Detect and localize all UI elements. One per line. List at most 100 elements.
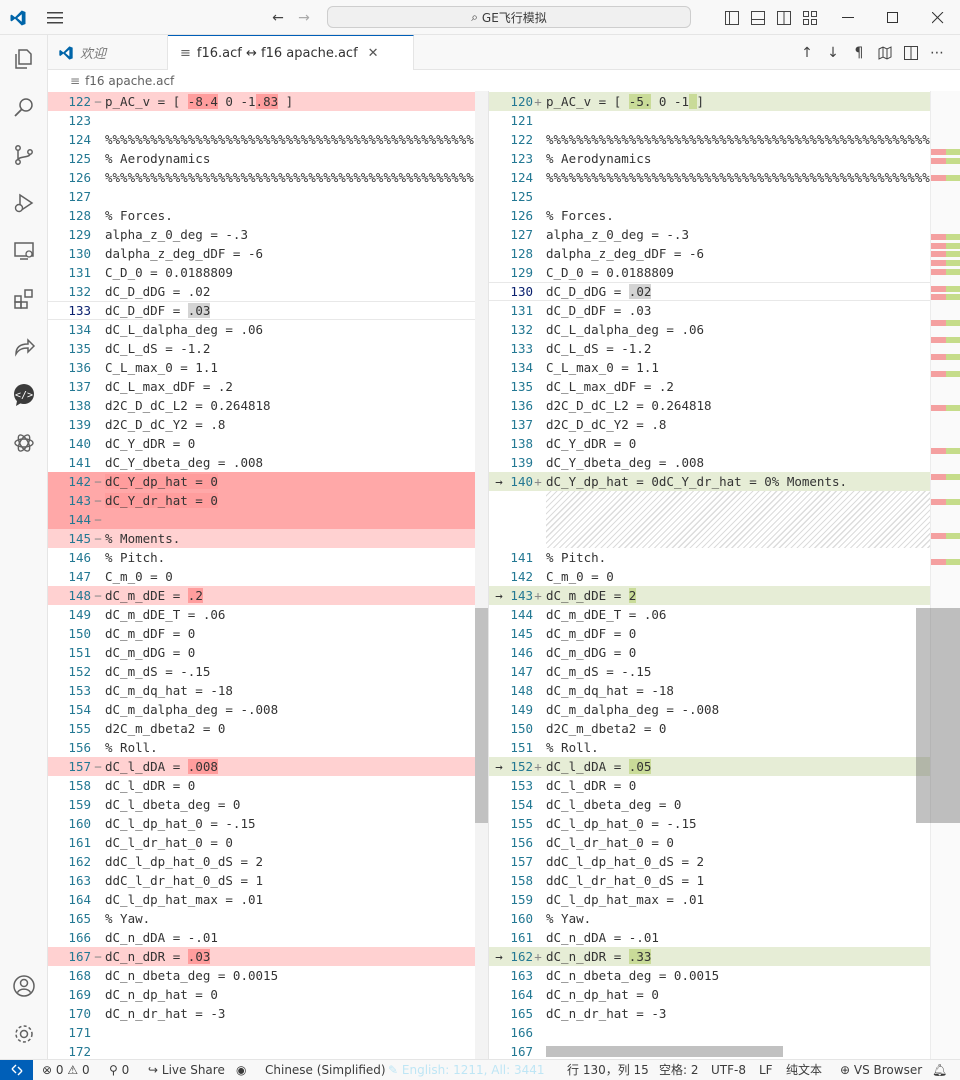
code-line[interactable]: 138 d2C_D_dC_L2 = 0.264818 <box>48 396 488 415</box>
code-line[interactable]: 122− p_AC_v = [ -8.4 0 -1.83 ] <box>48 92 488 111</box>
code-line[interactable]: 158 dC_l_dDR = 0 <box>48 776 488 795</box>
code-line[interactable]: 150 dC_m_dDF = 0 <box>48 624 488 643</box>
search-icon[interactable] <box>0 83 48 131</box>
code-line[interactable]: 153 dC_l_dDR = 0 <box>489 776 930 795</box>
code-line[interactable]: 151 dC_m_dDG = 0 <box>48 643 488 662</box>
code-line[interactable]: 153 dC_m_dq_hat = -18 <box>48 681 488 700</box>
explorer-icon[interactable] <box>0 35 48 83</box>
code-line[interactable]: 140 dC_Y_dDR = 0 <box>48 434 488 453</box>
code-line[interactable]: 168 dC_n_dbeta_deg = 0.0015 <box>48 966 488 985</box>
maximize-icon[interactable] <box>870 0 915 35</box>
code-line[interactable]: 159 dC_l_dbeta_deg = 0 <box>48 795 488 814</box>
code-line[interactable]: 146 dC_m_dDG = 0 <box>489 643 930 662</box>
remote-indicator-icon[interactable] <box>0 1060 33 1080</box>
settings-gear-icon[interactable] <box>0 1010 48 1058</box>
original-scrollbar-track[interactable] <box>475 91 488 1059</box>
code-line[interactable]: 166 dC_n_dDA = -.01 <box>48 928 488 947</box>
code-line[interactable]: 135 dC_L_max_dDF = .2 <box>489 377 930 396</box>
tab-welcome[interactable]: 欢迎 <box>48 35 168 70</box>
toggle-sidebar-icon[interactable] <box>720 0 744 35</box>
code-line[interactable]: 124%%%%%%%%%%%%%%%%%%%%%%%%%%%%%%%%%%%%%… <box>48 130 488 149</box>
code-line[interactable]: 141 % Pitch. <box>489 548 930 567</box>
code-line[interactable]: → 140 + dC_Y_dp_hat = 0dC_Y_dr_hat = 0% Mom… <box>489 472 930 491</box>
chat-code-icon[interactable]: </> <box>0 371 48 419</box>
code-line[interactable]: 163 ddC_l_dr_hat_0_dS = 1 <box>48 871 488 890</box>
language-mode[interactable]: 纯文本 <box>786 1060 822 1080</box>
code-line[interactable]: 125 <box>489 187 930 206</box>
menu-icon[interactable] <box>40 0 70 35</box>
code-line[interactable]: 161 dC_n_dDA = -.01 <box>489 928 930 947</box>
code-line[interactable]: 125 % Aerodynamics <box>48 149 488 168</box>
run-debug-icon[interactable] <box>0 179 48 227</box>
code-line[interactable]: 130 dC_D_dDG = .02 <box>489 282 930 301</box>
code-line[interactable]: 164 dC_l_dp_hat_max = .01 <box>48 890 488 909</box>
code-line[interactable]: 132 dC_D_dDG = .02 <box>48 282 488 301</box>
code-line[interactable]: → 162 + dC_n_dDR = .33 <box>489 947 930 966</box>
code-line[interactable]: 123 <box>48 111 488 130</box>
code-line[interactable]: 172 <box>48 1042 488 1059</box>
code-line[interactable]: 133 dC_L_dS = -1.2 <box>489 339 930 358</box>
code-line[interactable]: 144 dC_m_dDE_T = .06 <box>489 605 930 624</box>
code-line[interactable]: 142− dC_Y_dp_hat = 0 <box>48 472 475 491</box>
code-line[interactable]: 126%%%%%%%%%%%%%%%%%%%%%%%%%%%%%%%%%%%%%… <box>48 168 488 187</box>
code-line[interactable]: 134 C_L_max_0 = 1.1 <box>489 358 930 377</box>
eye-icon[interactable]: ◉ <box>236 1060 246 1080</box>
code-line[interactable]: 160 % Yaw. <box>489 909 930 928</box>
code-line[interactable]: 129 C_D_0 = 0.0188809 <box>489 263 930 282</box>
code-line[interactable]: 136 d2C_D_dC_L2 = 0.264818 <box>489 396 930 415</box>
code-line[interactable]: 158 ddC_l_dr_hat_0_dS = 1 <box>489 871 930 890</box>
code-line[interactable]: 166 <box>489 1023 930 1042</box>
diff-overview-ruler[interactable] <box>930 91 960 1059</box>
toggle-panel-icon[interactable] <box>746 0 770 35</box>
code-line[interactable]: 148 dC_m_dq_hat = -18 <box>489 681 930 700</box>
back-arrow-icon[interactable]: ← <box>266 0 290 35</box>
code-line[interactable]: 149 dC_m_dDE_T = .06 <box>48 605 488 624</box>
code-line[interactable]: 170 dC_n_dr_hat = -3 <box>48 1004 488 1023</box>
code-line[interactable]: 129 alpha_z_0_deg = -.3 <box>48 225 488 244</box>
code-line[interactable]: 137 dC_L_max_dDF = .2 <box>48 377 488 396</box>
live-share-icon[interactable] <box>0 323 48 371</box>
code-line[interactable]: 136 C_L_max_0 = 1.1 <box>48 358 488 377</box>
code-line[interactable]: 149 dC_m_dalpha_deg = -.008 <box>489 700 930 719</box>
code-line[interactable]: 165 dC_n_dr_hat = -3 <box>489 1004 930 1023</box>
code-line[interactable]: → 152 + dC_l_dDA = .05 <box>489 757 930 776</box>
more-actions-icon[interactable]: ⋯ <box>924 35 950 70</box>
code-line[interactable]: 123 % Aerodynamics <box>489 149 930 168</box>
modified-editor-pane[interactable]: 120 + p_AC_v = [ -5. 0 -1 ] 121 122%%%%%%%%%… <box>488 91 930 1059</box>
code-line[interactable]: 156 % Roll. <box>48 738 488 757</box>
tab-diff[interactable]: ≡ f16.acf ↔ f16 apache.acf ✕ <box>168 35 414 70</box>
horizontal-scrollbar-thumb[interactable] <box>546 1046 783 1057</box>
cursor-position[interactable]: 行 130，列 15 <box>567 1060 649 1080</box>
code-line[interactable]: 154 dC_m_dalpha_deg = -.008 <box>48 700 488 719</box>
next-change-icon[interactable]: ↓ <box>820 35 846 70</box>
code-line[interactable]: 138 dC_Y_dDR = 0 <box>489 434 930 453</box>
code-line[interactable]: 132 dC_L_dalpha_deg = .06 <box>489 320 930 339</box>
language-pack[interactable]: Chinese (Simplified) <box>265 1060 386 1080</box>
notifications-bell-icon[interactable]: 🔔︎ <box>932 1060 947 1080</box>
forward-arrow-icon[interactable]: → <box>292 0 316 35</box>
end-of-line[interactable]: LF <box>759 1060 773 1080</box>
vs-browser[interactable]: ⊕ VS Browser <box>840 1060 922 1080</box>
code-line[interactable]: 144− <box>48 510 475 529</box>
code-line[interactable]: 148− dC_m_dDE = .2 <box>48 586 488 605</box>
code-line[interactable]: 126 % Forces. <box>489 206 930 225</box>
code-line[interactable]: 127 <box>48 187 488 206</box>
code-line[interactable]: 131 C_D_0 = 0.0188809 <box>48 263 488 282</box>
code-line[interactable]: 162 ddC_l_dp_hat_0_dS = 2 <box>48 852 488 871</box>
code-line[interactable]: 133 dC_D_dDF = .03 <box>48 301 488 320</box>
code-line[interactable]: 121 <box>489 111 930 130</box>
code-line[interactable]: 164 dC_n_dp_hat = 0 <box>489 985 930 1004</box>
close-icon[interactable] <box>915 0 960 35</box>
problems-indicator[interactable]: ⊗ 0 ⚠ 0 <box>42 1060 90 1080</box>
extensions-icon[interactable] <box>0 275 48 323</box>
overview-slider[interactable] <box>916 608 960 823</box>
encoding[interactable]: UTF-8 <box>711 1060 746 1080</box>
original-editor-pane[interactable]: 122− p_AC_v = [ -8.4 0 -1.83 ] 123 124%%%%%… <box>48 91 488 1059</box>
code-line[interactable]: 145−% Moments. <box>48 529 475 548</box>
code-line[interactable]: 128 % Forces. <box>48 206 488 225</box>
code-line[interactable]: 156 dC_l_dr_hat_0 = 0 <box>489 833 930 852</box>
code-line[interactable]: 127 alpha_z_0_deg = -.3 <box>489 225 930 244</box>
breadcrumb-file[interactable]: f16 apache.acf <box>85 74 174 88</box>
code-line[interactable]: 147 C_m_0 = 0 <box>48 567 488 586</box>
code-line[interactable]: 145 dC_m_dDF = 0 <box>489 624 930 643</box>
